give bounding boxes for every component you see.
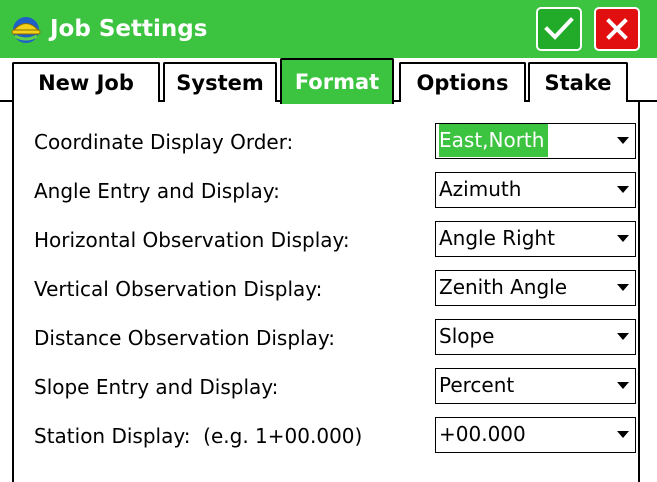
dropdown-arrow-icon[interactable] [617,284,629,291]
tab-label: Options [416,71,509,95]
setting-label: Slope Entry and Display: [34,375,279,399]
select-value: Slope [439,324,495,348]
dropdown-arrow-icon[interactable] [617,333,629,340]
select-value: Zenith Angle [439,275,568,299]
tab-label: Stake [544,71,612,95]
dropdown-arrow-icon[interactable] [617,382,629,389]
close-button[interactable] [594,7,640,51]
dropdown-arrow-icon[interactable] [617,137,629,144]
tab-format[interactable]: Format [280,58,394,104]
distance-observation-select[interactable]: Slope [435,319,636,355]
ok-button[interactable] [536,7,582,51]
dropdown-arrow-icon[interactable] [617,186,629,193]
hardhat-icon [11,17,41,43]
select-value: +00.000 [439,422,526,446]
setting-row-coordinate-order: Coordinate Display Order: East,North [14,120,642,164]
setting-row-vertical-observation: Vertical Observation Display: Zenith Ang… [14,267,642,311]
select-value: Azimuth [439,177,522,201]
title-bar: Job Settings [0,0,657,58]
tab-new-job[interactable]: New Job [12,62,160,102]
setting-row-distance-observation: Distance Observation Display: Slope [14,316,642,360]
setting-label: Distance Observation Display: [34,326,335,350]
setting-label: Vertical Observation Display: [34,277,323,301]
tab-system[interactable]: System [163,62,277,102]
setting-label: Angle Entry and Display: [34,179,280,203]
check-icon [544,17,574,40]
angle-entry-select[interactable]: Azimuth [435,172,636,208]
close-icon [606,18,628,40]
setting-label: Horizontal Observation Display: [34,228,350,252]
tab-bar: New Job System Format Options Stake [0,58,657,104]
tab-options[interactable]: Options [399,62,526,102]
select-value: East,North [439,124,549,157]
tab-label: System [176,71,264,95]
window-title: Job Settings [50,16,208,42]
tab-label: New Job [38,71,134,95]
station-display-select[interactable]: +00.000 [435,417,636,453]
format-panel: Coordinate Display Order: East,North Ang… [12,100,640,482]
tab-stake[interactable]: Stake [528,62,628,102]
horizontal-observation-select[interactable]: Angle Right [435,221,636,257]
tab-label: Format [294,70,380,94]
setting-label: Station Display: (e.g. 1+00.000) [34,424,363,448]
select-value: Angle Right [439,226,555,250]
setting-row-horizontal-observation: Horizontal Observation Display: Angle Ri… [14,218,642,262]
setting-row-angle-entry: Angle Entry and Display: Azimuth [14,169,642,213]
dropdown-arrow-icon[interactable] [617,235,629,242]
setting-row-station-display: Station Display: (e.g. 1+00.000) +00.000 [14,414,642,458]
setting-row-slope-entry: Slope Entry and Display: Percent [14,365,642,409]
setting-label: Coordinate Display Order: [34,130,294,154]
slope-entry-select[interactable]: Percent [435,368,636,404]
select-value: Percent [439,373,515,397]
vertical-observation-select[interactable]: Zenith Angle [435,270,636,306]
coordinate-order-select[interactable]: East,North [435,123,636,159]
dropdown-arrow-icon[interactable] [617,431,629,438]
